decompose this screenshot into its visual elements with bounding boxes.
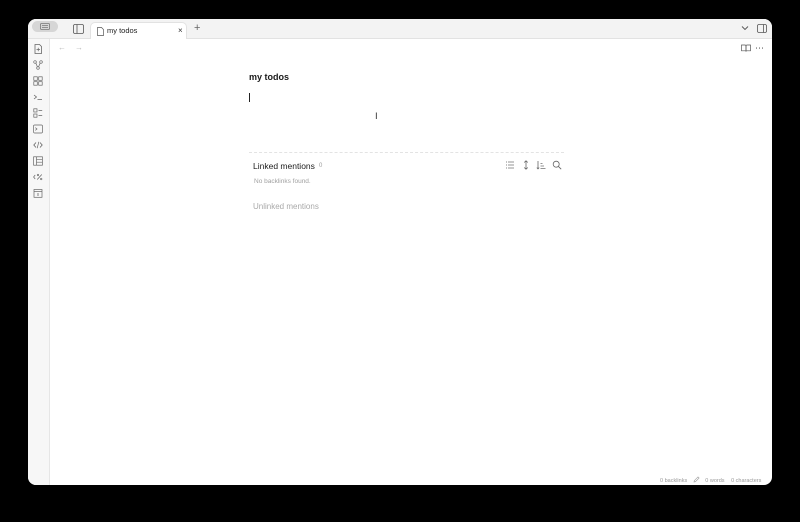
status-backlinks[interactable]: 0 backlinks — [660, 478, 687, 484]
no-backlinks-text: No backlinks found. — [254, 178, 311, 185]
calendar-icon[interactable] — [33, 188, 43, 198]
expand-collapse-icon[interactable] — [521, 160, 531, 170]
tab-my-todos[interactable]: my todos × — [90, 22, 187, 39]
tab-close-icon[interactable]: × — [178, 26, 183, 36]
more-options-icon[interactable]: ⋯ — [755, 43, 764, 54]
canvas-icon[interactable] — [33, 76, 43, 86]
linked-mentions-title[interactable]: Linked mentions — [253, 161, 315, 171]
reading-view-icon[interactable] — [741, 44, 751, 52]
graph-icon[interactable] — [33, 60, 43, 70]
sort-icon[interactable] — [536, 160, 546, 170]
console-icon[interactable] — [33, 124, 43, 134]
search-icon[interactable] — [552, 160, 562, 170]
chevron-down-icon[interactable] — [741, 25, 749, 31]
code-icon[interactable] — [33, 140, 43, 150]
nav-arrows: ← → — [58, 43, 92, 52]
status-words: 0 words — [705, 478, 725, 484]
mouse-cursor-icon: Ⅰ — [375, 111, 378, 121]
new-note-icon[interactable] — [33, 44, 43, 54]
command-palette-icon[interactable] — [33, 108, 43, 118]
unlinked-mentions-title[interactable]: Unlinked mentions — [253, 202, 319, 211]
templates-icon[interactable] — [33, 156, 43, 166]
backlinks-divider — [249, 152, 564, 153]
file-icon — [97, 27, 104, 36]
forward-button[interactable]: → — [75, 43, 83, 52]
window-controls[interactable] — [32, 21, 58, 32]
right-sidebar-toggle-icon[interactable] — [757, 24, 767, 33]
app-window: my todos × + ← → ⋯ my todos Ⅰ Linked men… — [28, 19, 772, 485]
back-button[interactable]: ← — [58, 43, 66, 52]
new-tab-button[interactable]: + — [194, 21, 200, 35]
list-view-icon[interactable] — [505, 160, 515, 170]
status-characters: 0 characters — [731, 478, 762, 484]
percent-icon[interactable] — [33, 172, 43, 182]
left-sidebar-toggle-icon[interactable] — [73, 24, 84, 34]
status-bar: 0 backlinks 0 words 0 characters — [660, 476, 761, 484]
tab-label: my todos — [107, 26, 138, 35]
pencil-icon[interactable] — [693, 476, 700, 483]
text-cursor — [249, 93, 250, 102]
note-title[interactable]: my todos — [249, 72, 289, 82]
terminal-icon[interactable] — [33, 92, 43, 102]
window-controls-icon — [40, 23, 50, 30]
ribbon — [28, 39, 50, 485]
tab-bar: my todos × + — [28, 19, 772, 39]
linked-mentions-count: 0 — [319, 163, 323, 169]
